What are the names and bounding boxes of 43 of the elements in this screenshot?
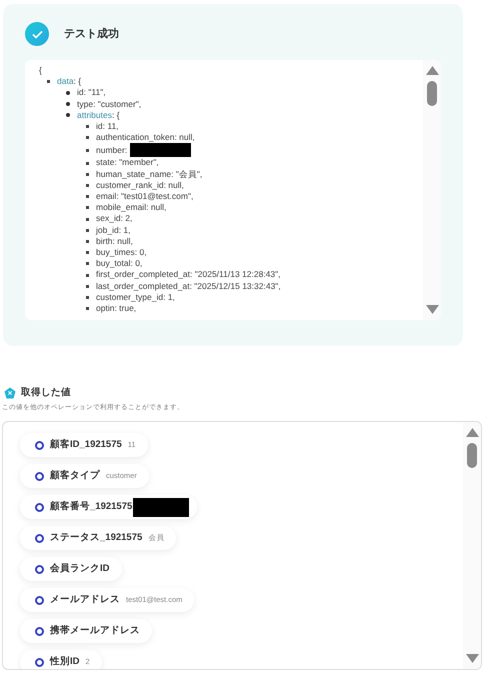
value-chip[interactable]: 会員ランクID	[20, 557, 122, 581]
ring-icon	[35, 534, 44, 542]
ring-icon	[35, 564, 44, 574]
json-line: birth: null,	[96, 236, 133, 248]
json-line: mobile_email: null,	[96, 202, 166, 214]
scrollbar-thumb[interactable]	[427, 81, 437, 106]
json-line: data: {	[57, 76, 82, 88]
ring-icon	[35, 596, 44, 604]
json-line: type: "customer",	[77, 98, 142, 110]
ring-icon	[35, 440, 44, 450]
json-line: last_order_completed_at: "2025/12/15 13:32:43",	[96, 280, 281, 292]
json-line: attributes: {	[77, 110, 120, 122]
success-icon	[25, 22, 49, 46]
value-chip[interactable]: 顧客番号_1921575	[20, 495, 198, 519]
json-line: sex_id: 2,	[96, 213, 132, 225]
json-line: buy_total: 0,	[96, 258, 142, 270]
json-line: number:	[96, 144, 128, 156]
ring-icon	[35, 658, 44, 666]
json-line: job_id: 1,	[96, 224, 130, 236]
json-line: state: "member",	[96, 157, 159, 169]
json-line: optin: true,	[96, 303, 136, 314]
value-chip[interactable]: 携帯メールアドレス	[20, 619, 152, 643]
section-title: 取得した値	[21, 386, 71, 400]
ring-icon	[35, 472, 44, 480]
json-line: buy_times: 0,	[96, 247, 147, 258]
scroll-up-icon[interactable]	[466, 428, 478, 437]
scroll-down-icon[interactable]	[426, 305, 438, 314]
json-line: id: "11",	[77, 87, 106, 99]
scrollbar-thumb[interactable]	[467, 443, 477, 468]
ring-icon	[35, 502, 44, 512]
ring-icon	[35, 626, 44, 636]
variable-icon	[4, 387, 16, 400]
json-line: customer_rank_id: null,	[96, 180, 184, 192]
result-title: テスト成功	[64, 26, 119, 42]
json-line: id: 11,	[96, 121, 119, 132]
json-line: email: "test01@test.com",	[96, 191, 194, 202]
json-line: human_state_name: "会員",	[96, 168, 202, 180]
json-brace: {	[39, 65, 43, 76]
scroll-down-icon[interactable]	[466, 654, 478, 663]
json-line: customer_type_id: 1,	[96, 292, 175, 304]
json-line: authentication_token: null,	[96, 132, 195, 144]
json-line: first_order_completed_at: "2025/11/13 12:28:43",	[96, 269, 281, 281]
scroll-up-icon[interactable]	[426, 66, 438, 75]
